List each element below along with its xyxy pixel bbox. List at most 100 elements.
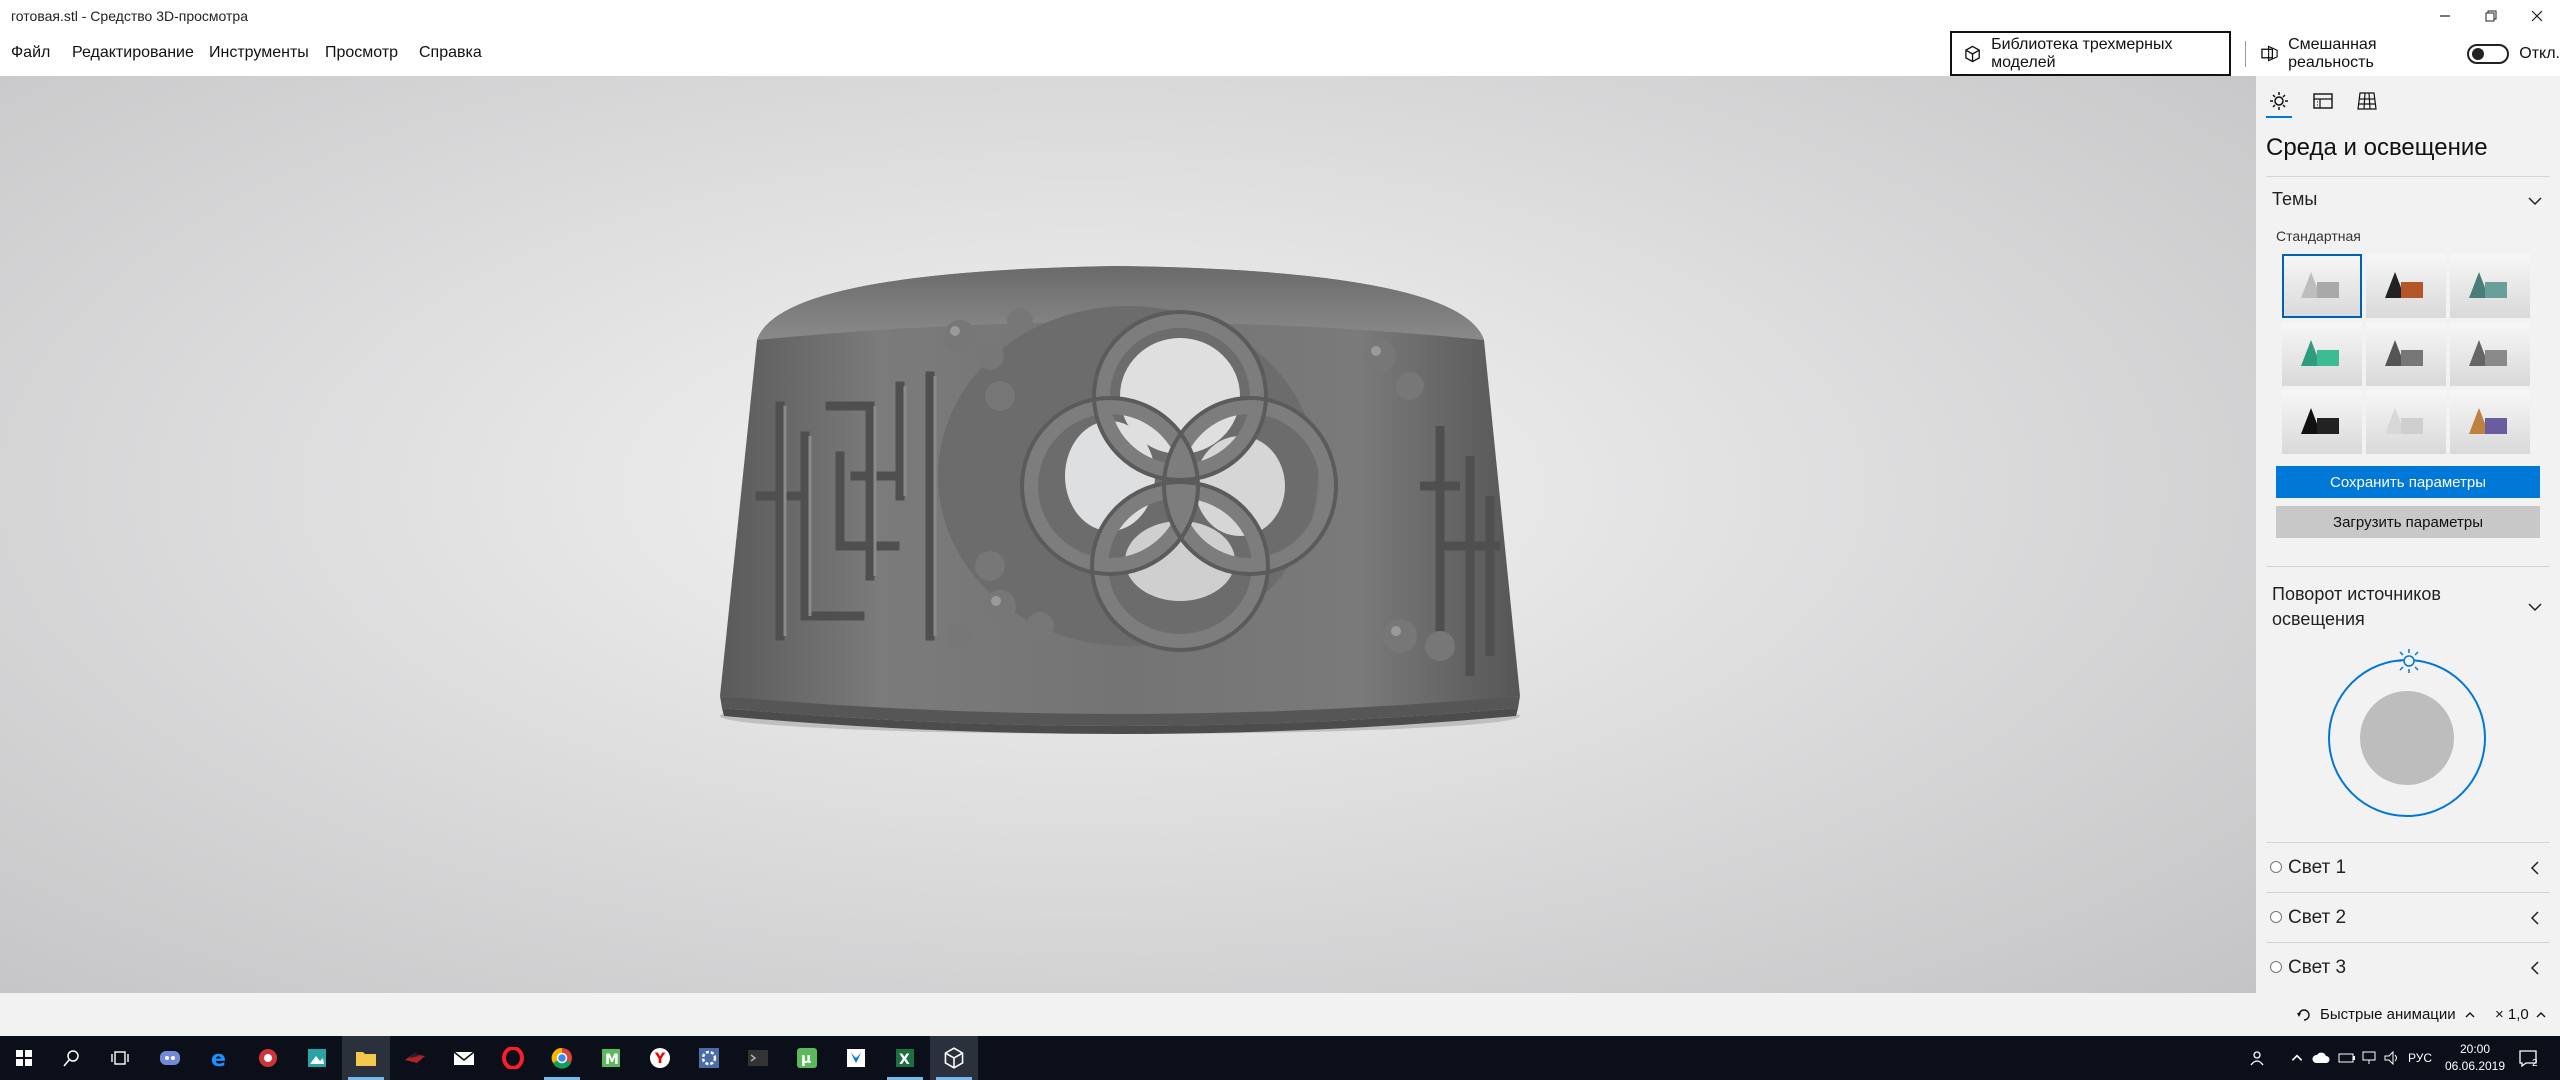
theme-black[interactable] — [2282, 390, 2362, 454]
light-2-radio[interactable] — [2270, 911, 2282, 923]
tab-environment[interactable] — [2266, 88, 2292, 114]
mixed-reality-icon — [2261, 45, 2278, 62]
taskbar-edge[interactable]: e — [195, 1036, 243, 1080]
playback-speed-button[interactable]: × 1,0 — [2495, 993, 2547, 1036]
chevron-down-icon[interactable] — [2526, 598, 2544, 616]
theme-slate[interactable] — [2450, 322, 2530, 386]
tab-stats[interactable] — [2310, 88, 2336, 114]
network-button[interactable] — [2360, 1036, 2378, 1080]
theme-dark-gray[interactable] — [2366, 322, 2446, 386]
taskbar-maps[interactable]: M — [587, 1036, 635, 1080]
maps-icon: M — [602, 1049, 620, 1068]
taskbar-utorrent[interactable]: µ — [783, 1036, 831, 1080]
3d-viewport[interactable] — [0, 76, 2256, 993]
menu-view[interactable]: Просмотр — [325, 44, 398, 62]
start-button[interactable] — [0, 1036, 48, 1080]
search-button[interactable] — [48, 1036, 96, 1080]
theme-colorful[interactable] — [2450, 390, 2530, 454]
battery-icon — [2338, 1053, 2355, 1063]
chevron-up-icon — [2465, 1011, 2475, 1017]
menu-help[interactable]: Справка — [419, 44, 482, 62]
tray-chevron-button[interactable] — [2290, 1036, 2304, 1080]
taskbar-mail[interactable] — [440, 1036, 488, 1080]
taskbar-game[interactable] — [391, 1036, 439, 1080]
clock[interactable]: 20:00 06.06.2019 — [2440, 1041, 2510, 1075]
app-icon — [259, 1049, 277, 1067]
taskbar-3d-viewer[interactable] — [930, 1036, 978, 1080]
theme-preview-icon — [2301, 272, 2339, 298]
mixed-reality-state: Откл. — [2519, 44, 2560, 62]
taskbar-store[interactable] — [832, 1036, 880, 1080]
ring-model[interactable] — [0, 76, 2256, 993]
mixed-reality-label: Смешанная реальность — [2288, 35, 2377, 71]
mixed-reality-toggle[interactable] — [2467, 43, 2510, 64]
chevron-down-icon[interactable] — [2526, 192, 2544, 210]
chevron-left-icon[interactable] — [2526, 859, 2544, 877]
terminal-icon — [748, 1050, 768, 1066]
taskbar-photos[interactable] — [293, 1036, 341, 1080]
taskbar-app-red[interactable] — [244, 1036, 292, 1080]
menu-edit[interactable]: Редактирование — [72, 44, 194, 62]
title-bar: готовая.stl - Средство 3D-просмотра — [0, 0, 2560, 31]
clock-date: 06.06.2019 — [2444, 1059, 2506, 1073]
taskbar-terminal[interactable] — [734, 1036, 782, 1080]
3d-library-button[interactable]: Библиотека трехмерных моделей — [1950, 31, 2231, 76]
themes-subtitle: Стандартная — [2276, 228, 2361, 244]
theme-preview-icon — [2385, 340, 2423, 366]
taskbar-file-explorer[interactable] — [342, 1036, 390, 1080]
people-button[interactable] — [2250, 1036, 2268, 1080]
theme-standard-gray[interactable] — [2282, 254, 2362, 318]
load-settings-button[interactable]: Загрузить параметры — [2276, 506, 2540, 538]
animation-icon — [2297, 1008, 2310, 1021]
restore-button[interactable] — [2468, 0, 2514, 31]
theme-preview-icon — [2469, 272, 2507, 298]
volume-button[interactable] — [2384, 1036, 2402, 1080]
taskbar-yandex[interactable]: Y — [636, 1036, 684, 1080]
svg-text:e: e — [211, 1047, 226, 1069]
light-source-sun-icon[interactable] — [2395, 647, 2423, 675]
theme-green[interactable] — [2282, 322, 2362, 386]
photos-icon — [308, 1049, 326, 1067]
save-settings-button[interactable]: Сохранить параметры — [2276, 466, 2540, 498]
mail-icon — [453, 1051, 475, 1065]
tab-grid[interactable] — [2354, 88, 2380, 114]
light-2-row[interactable]: Свет 2 — [2266, 894, 2550, 944]
chevron-left-icon[interactable] — [2526, 909, 2544, 927]
close-button[interactable] — [2514, 0, 2560, 31]
quick-animations-button[interactable]: Быстрые анимации — [2296, 993, 2476, 1036]
taskbar-settings-app[interactable] — [685, 1036, 733, 1080]
minimize-button[interactable] — [2422, 0, 2468, 31]
themes-heading[interactable]: Темы — [2272, 189, 2317, 210]
discord-icon — [160, 1051, 180, 1065]
battery-button[interactable] — [2338, 1036, 2356, 1080]
3d-viewer-icon — [944, 1047, 964, 1069]
onedrive-icon-button[interactable] — [2312, 1036, 2330, 1080]
light-1-radio[interactable] — [2270, 861, 2282, 873]
menu-tools[interactable]: Инструменты — [209, 44, 309, 62]
menu-file[interactable]: Файл — [11, 44, 50, 62]
mixed-reality-toggle-group[interactable]: Смешанная реальность Откл. — [2261, 31, 2560, 76]
divider — [2266, 842, 2550, 843]
window-title: готовая.stl - Средство 3D-просмотра — [11, 8, 249, 24]
task-view-button[interactable] — [96, 1036, 144, 1080]
theme-light[interactable] — [2366, 390, 2446, 454]
light-3-row[interactable]: Свет 3 — [2266, 944, 2550, 994]
light-rotation-heading[interactable]: Поворот источников освещения — [2272, 582, 2502, 632]
light-1-row[interactable]: Свет 1 — [2266, 844, 2550, 894]
light-1-label: Свет 1 — [2288, 857, 2347, 878]
chrome-icon — [551, 1047, 572, 1069]
taskbar-excel[interactable]: X — [881, 1036, 929, 1080]
taskbar-chrome[interactable] — [538, 1036, 586, 1080]
input-language[interactable]: РУС — [2408, 1036, 2432, 1080]
theme-teal-dark[interactable] — [2450, 254, 2530, 318]
light-3-radio[interactable] — [2270, 961, 2282, 973]
taskbar-opera[interactable] — [489, 1036, 537, 1080]
light-3-label: Свет 3 — [2288, 957, 2347, 978]
theme-rust[interactable] — [2366, 254, 2446, 318]
theme-preview-icon — [2469, 408, 2507, 434]
chevron-left-icon[interactable] — [2526, 959, 2544, 977]
volume-icon — [2384, 1051, 2397, 1065]
action-center-button[interactable]: 2 — [2518, 1036, 2538, 1080]
taskbar-discord[interactable] — [146, 1036, 194, 1080]
opera-icon — [502, 1047, 524, 1069]
